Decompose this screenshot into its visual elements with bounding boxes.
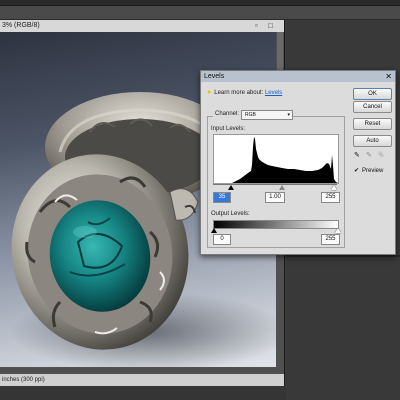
preview-label: Preview [362,168,384,174]
levels-dialog: Levels ✕ ● Learn more about: Levels Chann… [200,70,396,255]
output-white-field[interactable]: 255 [321,234,340,245]
checkmark-icon[interactable]: ✔ [354,168,360,174]
learn-more-link[interactable]: Levels [265,90,282,96]
output-black-handle[interactable] [211,228,217,233]
white-point-handle[interactable] [331,185,337,190]
panel-divider [286,255,400,257]
input-levels-label: Input Levels: [211,126,246,132]
input-white-field[interactable]: 255 [321,192,340,203]
input-black-field[interactable]: 35 [213,192,231,203]
input-gamma-field[interactable]: 1.00 [265,192,285,203]
white-eyedropper-icon[interactable]: ✎ [378,152,384,160]
ok-button[interactable]: OK [353,88,392,100]
gamma-handle[interactable] [279,185,285,190]
levels-title-bar[interactable]: Levels ✕ [201,71,395,82]
minimize-icon[interactable]: ▫ [255,20,258,32]
channel-label: Channel: [213,111,242,117]
reset-button[interactable]: Reset [353,118,392,130]
project-bin-edge [0,386,286,400]
black-eyedropper-icon[interactable]: ✎ [354,152,360,160]
channel-value: RGB [245,112,256,118]
gray-eyedropper-icon[interactable]: ✎ [366,152,372,160]
chevron-down-icon: ▾ [287,112,290,118]
histogram-graph [214,137,338,183]
output-levels-label: Output Levels: [211,211,250,217]
output-gradient [213,220,339,229]
status-bar: inches (300 ppi) [0,374,284,386]
document-title: 3% (RGB/8) [2,22,40,29]
histogram [213,134,339,184]
cancel-button[interactable]: Cancel [353,101,392,113]
auto-button[interactable]: Auto [353,135,392,147]
black-point-handle[interactable] [228,185,234,190]
lightbulb-icon: ● [207,89,212,96]
output-white-handle[interactable] [335,228,341,233]
input-slider[interactable] [213,184,337,191]
preview-toggle[interactable]: ✔ Preview [354,168,383,174]
maximize-icon[interactable]: □ [268,20,273,32]
channel-select[interactable]: RGB ▾ [241,110,293,120]
options-bar [0,6,400,20]
horizontal-scrollbar[interactable] [0,367,276,374]
output-black-field[interactable]: 0 [213,234,231,245]
levels-title: Levels [204,73,225,80]
learn-more: ● Learn more about: Levels [207,89,282,96]
document-title-bar: 3% (RGB/8) ▫ □ [0,20,284,32]
close-icon[interactable]: ✕ [385,71,392,82]
learn-more-label: Learn more about: [214,90,264,96]
document-size-status: inches (300 ppi) [2,377,45,383]
